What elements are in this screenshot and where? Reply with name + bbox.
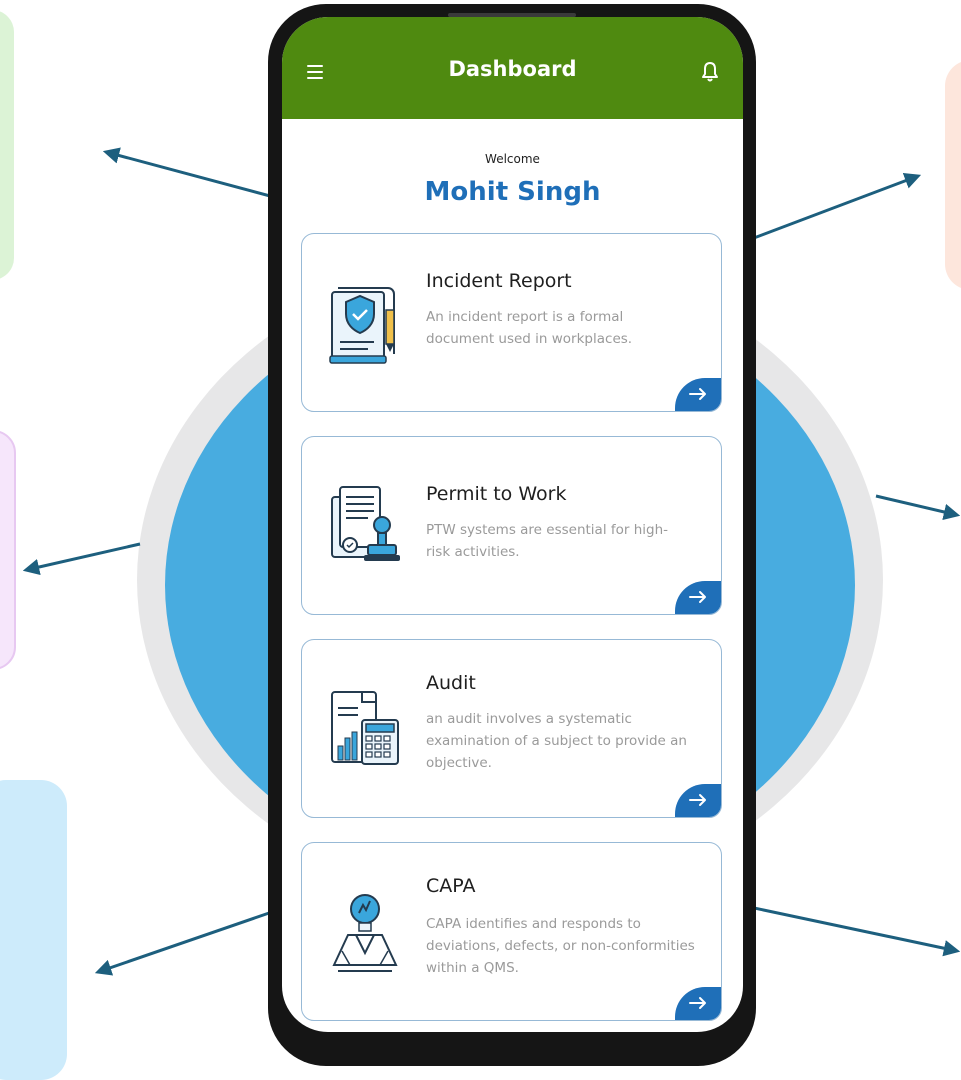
module-card-audit[interactable]: Audit an audit involves a systematic exa… [301,639,722,818]
capa-lightbulb-person-icon [332,894,398,972]
module-card-incident-report[interactable]: Incident Report An incident report is a … [301,233,722,412]
callout-arrow-top-left [102,147,286,202]
open-audit-button[interactable] [675,784,721,817]
card-description: An incident report is a formal document … [426,309,633,347]
open-capa-button[interactable] [675,987,721,1020]
arrow-right-icon [689,794,706,806]
app-header: Dashboard [282,17,743,119]
incident-report-document-icon [329,287,395,364]
card-description: CAPA identifies and responds to deviatio… [426,916,695,976]
callout-arrow-mid-right [875,494,961,521]
permit-stamp-icon [331,486,400,561]
open-permit-to-work-button[interactable] [675,581,721,614]
card-title: Permit to Work [426,483,567,505]
arrow-right-icon [689,591,706,603]
app-screen: Dashboard Welcome Mohit Singh Incident R… [282,17,743,1032]
page-title: Dashboard [448,57,577,81]
callout-arrow-mid-left [22,542,141,576]
callout-arrow-top-right [737,172,922,246]
card-title: CAPA [426,875,476,897]
card-title: Audit [426,672,476,694]
module-card-permit-to-work[interactable]: Permit to Work PTW systems are essential… [301,436,722,615]
card-description: PTW systems are essential for high-risk … [426,522,669,560]
user-name: Mohit Singh [424,177,601,207]
card-description: an audit involves a systematic examinati… [426,711,687,771]
module-card-capa[interactable]: CAPA CAPA identifies and responds to dev… [301,842,722,1021]
callout-arrow-bottom-right [739,903,961,957]
arrow-right-icon [689,997,706,1009]
audit-calculator-icon [331,691,399,765]
card-title: Incident Report [426,270,572,292]
bell-icon[interactable] [700,61,720,83]
callout-arrow-bottom-left [94,910,273,976]
arrow-right-icon [689,388,706,400]
open-incident-report-button[interactable] [675,378,721,411]
welcome-label: Welcome [485,152,540,166]
